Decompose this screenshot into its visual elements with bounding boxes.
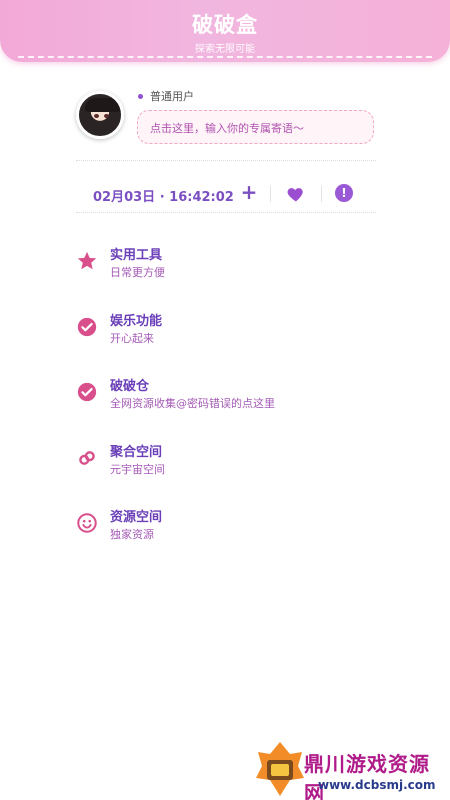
menu-item-title: 聚合空间 — [110, 444, 163, 460]
feature-menu: 实用工具 日常更方便 娱乐功能 开心起来 破破仓 全网资源收集@密码错误的点这里… — [76, 240, 376, 568]
date-bar: 02月03日 · 16:42:02 + ! — [76, 176, 376, 212]
check-circle-icon — [76, 316, 98, 338]
menu-item-title: 破破仓 — [110, 379, 150, 394]
menu-item-subtitle: 全网资源收集@密码错误的点这里 — [110, 397, 275, 410]
menu-item-popocang[interactable]: 破破仓 全网资源收集@密码错误的点这里 — [76, 371, 376, 437]
profile-section: 普通用户 点击这里，输入你的专属寄语～ — [76, 88, 376, 148]
dot-icon — [138, 93, 143, 99]
menu-item-entertainment[interactable]: 娱乐功能 开心起来 — [76, 306, 376, 372]
avatar-eye-right — [104, 114, 109, 118]
menu-item-title: 资源空间 — [110, 510, 163, 525]
separator — [321, 186, 322, 202]
motto-input[interactable]: 点击这里，输入你的专属寄语～ — [137, 110, 374, 144]
app-header: 破破盒 探索无限可能 — [0, 0, 450, 62]
user-type-label: 普通用户 — [150, 90, 194, 103]
watermark-title: 鼎川游戏资源网 — [304, 752, 430, 800]
divider — [76, 160, 376, 161]
watermark: 鼎川游戏资源网 www.dcbsmj.com — [250, 738, 450, 800]
menu-item-aggregate-space[interactable]: 聚合空间 元宇宙空间 — [76, 437, 376, 503]
link-icon — [76, 447, 98, 469]
user-type: 普通用户 — [138, 88, 194, 104]
datetime-display: 02月03日 · 16:42:02 — [93, 190, 234, 205]
menu-item-title: 娱乐功能 — [110, 313, 163, 329]
separator — [270, 186, 271, 202]
watermark-logo-icon — [256, 742, 304, 796]
menu-item-resource-space[interactable]: 资源空间 独家资源 — [76, 502, 376, 568]
menu-item-tools[interactable]: 实用工具 日常更方便 — [76, 240, 376, 306]
app-title: 破破盒 — [192, 13, 258, 37]
exclamation-circle-icon[interactable]: ! — [335, 184, 353, 202]
check-circle-icon — [76, 381, 98, 403]
avatar[interactable] — [76, 91, 124, 139]
star-icon — [76, 250, 98, 272]
menu-item-subtitle: 元宇宙空间 — [110, 462, 165, 476]
menu-item-subtitle: 日常更方便 — [110, 266, 165, 279]
menu-item-subtitle: 独家资源 — [110, 528, 154, 541]
plus-icon[interactable]: + — [240, 181, 258, 205]
smile-icon — [76, 512, 98, 534]
avatar-hair — [85, 98, 121, 112]
avatar-eye-left — [94, 114, 99, 118]
app-subtitle: 探索无限可能 — [195, 44, 255, 55]
divider — [76, 212, 376, 213]
heart-icon[interactable] — [286, 184, 306, 204]
watermark-url: www.dcbsmj.com — [318, 778, 436, 792]
menu-item-subtitle: 开心起来 — [110, 331, 154, 345]
menu-item-title: 实用工具 — [110, 248, 163, 263]
